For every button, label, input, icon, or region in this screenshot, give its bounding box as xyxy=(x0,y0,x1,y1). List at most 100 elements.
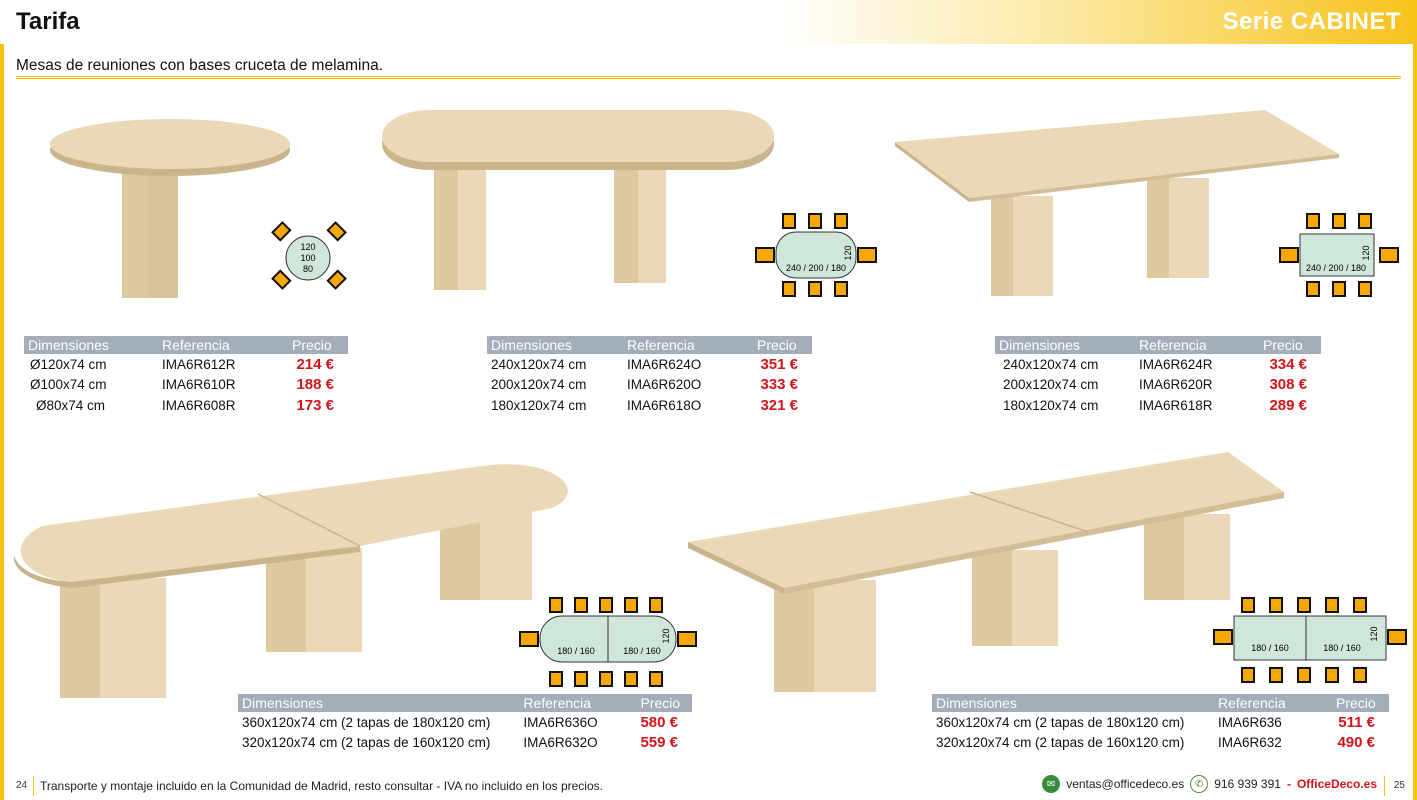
table-row: 320x120x74 cm (2 tapas de 160x120 cm) IMA… xyxy=(932,733,1389,754)
dimension-cell: 320x120x74 cm (2 tapas de 160x120 cm) xyxy=(242,735,491,751)
series-title: Serie CABINET xyxy=(1222,8,1401,35)
footer-divider xyxy=(1384,776,1385,796)
diagram-label: 180 / 160 xyxy=(557,646,595,656)
contact-phone[interactable]: 916 939 391 xyxy=(1214,777,1281,791)
diagram-label: 180 / 160 xyxy=(623,646,661,656)
column-header: Precio xyxy=(636,694,692,712)
reference-cell: IMA6R632O xyxy=(523,735,598,751)
footer-dash: - xyxy=(1286,777,1291,791)
contact-email[interactable]: ventas@officedeco.es xyxy=(1066,777,1184,791)
right-border xyxy=(1413,44,1417,800)
rectangular-table-diagram: 240 / 200 / 180 120 xyxy=(1278,212,1402,298)
page-number-right: 25 xyxy=(1393,780,1405,791)
long-rectangular-table-image xyxy=(688,452,1288,694)
diagram-label: 120 xyxy=(1361,245,1371,260)
column-header: Dimensiones xyxy=(24,336,158,354)
price-cell: 490 € xyxy=(1337,734,1375,752)
reference-cell: IMA6R624O xyxy=(627,356,702,372)
diagram-label: 120 xyxy=(843,245,853,260)
price-cell: 321 € xyxy=(760,396,798,414)
oval-table-image xyxy=(382,108,777,298)
price-cell: 511 € xyxy=(1338,713,1375,731)
reference-cell: IMA6R608R xyxy=(162,397,236,413)
price-cell: 289 € xyxy=(1269,396,1307,414)
dimension-cell: 180x120x74 cm xyxy=(491,397,587,413)
diagram-label: 240 / 200 / 180 xyxy=(786,263,846,273)
diagram-label: 120 xyxy=(661,628,671,643)
dimension-cell: Ø120x74 cm xyxy=(30,356,107,372)
table-row: 240x120x74 cm IMA6R624O 351 € xyxy=(487,354,812,375)
footer-contact: ✉ ventas@officedeco.es ✆ 916 939 391 - O… xyxy=(1042,775,1377,793)
left-border xyxy=(0,44,4,800)
table-row: Ø120x74 cm IMA6R612R 214 € xyxy=(24,354,348,375)
brand-link[interactable]: OfficeDeco.es xyxy=(1297,777,1377,791)
reference-cell: IMA6R624R xyxy=(1139,356,1213,372)
oval-table-diagram: 240 / 200 / 180 120 xyxy=(754,212,880,298)
table-row: 200x120x74 cm IMA6R620R 308 € xyxy=(995,375,1321,396)
column-header: Dimensiones xyxy=(995,336,1135,354)
dimension-cell: 320x120x74 cm (2 tapas de 160x120 cm) xyxy=(936,735,1185,751)
column-header: Referencia xyxy=(519,694,637,712)
column-header: Dimensiones xyxy=(932,694,1214,712)
table-row: 320x120x74 cm (2 tapas de 160x120 cm) IMA… xyxy=(238,733,692,754)
diagram-label: 180 / 160 xyxy=(1251,643,1289,653)
price-cell: 559 € xyxy=(640,734,678,752)
long-rectangular-table-diagram: 180 / 160 180 / 160 120 xyxy=(1210,592,1410,688)
diagram-label: 180 / 160 xyxy=(1323,643,1361,653)
dimension-cell: 200x120x74 cm xyxy=(1003,377,1099,393)
column-header: Referencia xyxy=(158,336,288,354)
price-table: Dimensiones Referencia Precio 240x120x74… xyxy=(487,336,812,416)
reference-cell: IMA6R612R xyxy=(162,356,236,372)
column-header: Referencia xyxy=(623,336,753,354)
reference-cell: IMA6R620O xyxy=(627,377,702,393)
dimension-cell: 240x120x74 cm xyxy=(491,356,587,372)
column-header: Dimensiones xyxy=(487,336,623,354)
price-cell: 308 € xyxy=(1269,376,1307,394)
table-row: 360x120x74 cm (2 tapas de 180x120 cm) IMA… xyxy=(238,712,692,733)
table-row: 200x120x74 cm IMA6R620O 333 € xyxy=(487,375,812,396)
mail-icon: ✉ xyxy=(1042,775,1061,793)
price-table: Dimensiones Referencia Precio 240x120x74… xyxy=(995,336,1321,416)
diagram-label: 240 / 200 / 180 xyxy=(1306,263,1366,273)
reference-cell: IMA6R636 xyxy=(1218,714,1282,730)
divider xyxy=(16,76,1401,79)
table-row: 240x120x74 cm IMA6R624R 334 € xyxy=(995,354,1321,375)
price-cell: 351 € xyxy=(760,355,798,373)
reference-cell: IMA6R632 xyxy=(1218,735,1282,751)
phone-icon: ✆ xyxy=(1190,775,1209,793)
rectangular-table-image xyxy=(893,108,1343,303)
footer-note: Transporte y montaje incluido en la Comu… xyxy=(40,779,603,793)
page-number-left: 24 xyxy=(16,780,28,791)
round-table-diagram: 120 100 80 xyxy=(271,221,348,292)
column-header: Referencia xyxy=(1135,336,1259,354)
diagram-label: 80 xyxy=(303,264,313,274)
table-row: 180x120x74 cm IMA6R618R 289 € xyxy=(995,395,1321,416)
reference-cell: IMA6R610R xyxy=(162,377,236,393)
reference-cell: IMA6R618O xyxy=(627,397,702,413)
price-cell: 334 € xyxy=(1269,355,1307,373)
long-oval-table-diagram: 180 / 160 180 / 160 120 xyxy=(516,594,700,690)
dimension-cell: Ø80x74 cm xyxy=(36,397,106,413)
dimension-cell: 360x120x74 cm (2 tapas de 180x120 cm) xyxy=(242,714,491,730)
dimension-cell: 240x120x74 cm xyxy=(1003,356,1099,372)
reference-cell: IMA6R620R xyxy=(1139,377,1213,393)
dimension-cell: 180x120x74 cm xyxy=(1003,397,1099,413)
dimension-cell: 200x120x74 cm xyxy=(491,377,587,393)
table-row: Ø80x74 cm IMA6R608R 173 € xyxy=(24,395,348,416)
header-bar xyxy=(0,0,1417,44)
diagram-label: 120 xyxy=(1369,626,1379,641)
price-cell: 173 € xyxy=(296,396,334,414)
column-header: Precio xyxy=(288,336,348,354)
diagram-label: 100 xyxy=(300,253,315,263)
column-header: Precio xyxy=(1259,336,1321,354)
price-table: Dimensiones Referencia Precio 360x120x74… xyxy=(238,694,692,753)
price-cell: 214 € xyxy=(296,355,334,373)
price-table: Dimensiones Referencia Precio Ø120x74 cm… xyxy=(24,336,348,416)
table-row: 360x120x74 cm (2 tapas de 180x120 cm) IMA… xyxy=(932,712,1389,733)
round-table-image xyxy=(50,112,295,302)
price-cell: 188 € xyxy=(296,376,334,394)
table-row: 180x120x74 cm IMA6R618O 321 € xyxy=(487,395,812,416)
reference-cell: IMA6R636O xyxy=(523,714,598,730)
table-row: Ø100x74 cm IMA6R610R 188 € xyxy=(24,375,348,396)
long-oval-table-image xyxy=(12,460,580,702)
